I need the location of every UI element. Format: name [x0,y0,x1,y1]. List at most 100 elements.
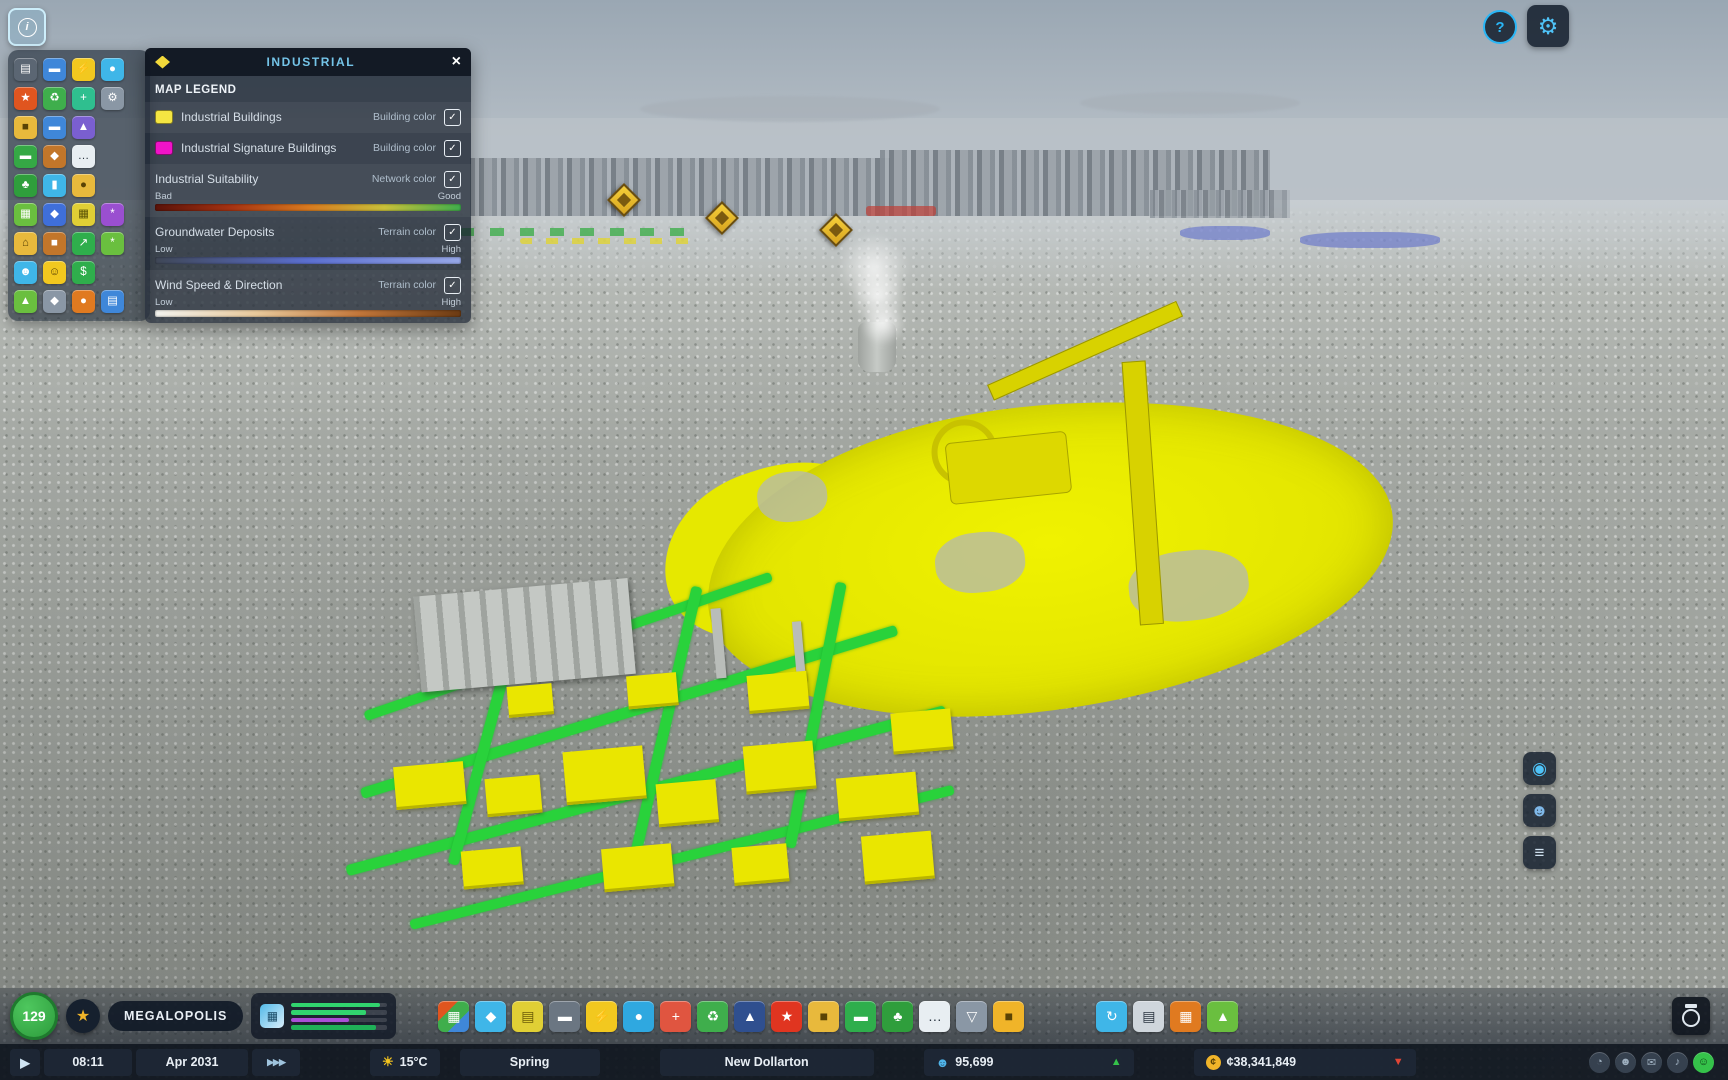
police-icon[interactable]: ■ [808,1001,839,1032]
map-layers-icon[interactable]: ▤ [101,290,124,313]
trophy-button[interactable]: ★ [66,999,100,1033]
statistics-icon[interactable]: ▦ [1170,1001,1201,1032]
legend-checkbox[interactable]: ✓ [444,171,461,188]
industrial-building[interactable] [507,683,555,718]
terrain-icon[interactable]: ▦ [72,203,95,226]
industrial-building[interactable] [601,843,674,892]
happiness-indicator[interactable]: ☺ [1693,1052,1714,1073]
industrial-building[interactable] [484,774,542,817]
population[interactable]: ☻ 95,699 ▲ [924,1049,1134,1076]
communications-icon[interactable]: … [919,1001,950,1032]
progress-indicator[interactable]: ◔ [1589,1052,1610,1073]
water-sewage-icon[interactable]: ● [623,1001,654,1032]
education-icon[interactable]: ▲ [734,1001,765,1032]
simulation-speed-button[interactable]: ▶▶▶ [252,1049,300,1076]
photo-mode-button[interactable] [1672,997,1710,1035]
industrial-building[interactable] [656,779,720,827]
industrial-building[interactable] [861,831,935,885]
people-button[interactable]: ☻ [1523,794,1556,827]
groundwater-icon[interactable]: ◆ [43,290,66,313]
globe-button[interactable]: ◉ [1523,752,1556,785]
progression-icon[interactable]: ↻ [1096,1001,1127,1032]
fire-rescue-icon[interactable]: ★ [771,1001,802,1032]
natural-resources-icon[interactable]: ▲ [14,290,37,313]
legend-item-groundwater-deposits: Groundwater DepositsTerrain color✓LowHig… [145,217,471,270]
commercial-icon[interactable]: ▮ [43,174,66,197]
roads-icon[interactable]: ▬ [549,1001,580,1032]
healthcare-icon[interactable]: + [660,1001,691,1032]
industrial-building[interactable] [461,846,524,889]
mail-indicator[interactable]: ✉ [1641,1052,1662,1073]
legend-checkbox[interactable]: ✓ [444,277,461,294]
industrial-building[interactable] [626,672,679,709]
education-icon[interactable]: ▲ [72,116,95,139]
economy-icon[interactable]: ↗ [72,232,95,255]
legend-gradient-bar [155,257,461,264]
journal-button[interactable]: ≡ [1523,836,1556,869]
coin-icon: ¢ [1206,1055,1221,1070]
industrial-building[interactable] [393,761,466,810]
landscaping-icon[interactable]: ▽ [956,1001,987,1032]
industrial-building[interactable] [562,745,646,805]
industrial-building[interactable] [731,843,789,886]
legend-low-label: Low [155,244,172,255]
fast-forward-icon: ▶▶▶ [267,1057,285,1068]
warehouse-building[interactable] [413,578,636,692]
info-button[interactable]: i [8,8,46,46]
maintenance-icon[interactable]: ⚙ [101,87,124,110]
close-icon[interactable]: × [452,54,461,70]
administration-icon[interactable]: ▬ [43,116,66,139]
signature-buildings-icon[interactable]: ◆ [475,1001,506,1032]
money[interactable]: ¢ ¢38,341,849 ▼ [1194,1049,1416,1076]
transportation-icon[interactable]: ▬ [14,145,37,168]
residential-icon[interactable]: ⌂ [14,232,37,255]
water-depth-icon[interactable]: ◆ [43,203,66,226]
industrial-icon[interactable]: ■ [43,232,66,255]
chirper-indicator[interactable]: ☻ [1615,1052,1636,1073]
communications-icon[interactable]: … [72,145,95,168]
zones-icon[interactable]: ▦ [14,203,37,226]
distant-island [1080,92,1300,114]
map-tiles-icon[interactable]: ▤ [1133,1001,1164,1032]
water-icon[interactable]: ● [101,58,124,81]
transit-pass-icon[interactable]: ▬ [43,58,66,81]
legend-header: INDUSTRIAL × [145,48,471,76]
legend-checkbox[interactable]: ✓ [444,140,461,157]
legend-checkbox[interactable]: ✓ [444,109,461,126]
parks-recreation-icon[interactable]: ♣ [882,1001,913,1032]
garbage-icon[interactable]: ♻ [697,1001,728,1032]
electricity-icon[interactable]: ⚡ [586,1001,617,1032]
police-icon[interactable]: ■ [14,116,37,139]
settings-button[interactable]: ⚙ [1527,5,1569,47]
wind-icon[interactable]: * [101,203,124,226]
agriculture-icon[interactable]: * [101,232,124,255]
tourism-icon[interactable]: ◆ [43,145,66,168]
parks-icon[interactable]: ♣ [14,174,37,197]
industrial-building[interactable] [836,772,919,822]
radio-indicator[interactable]: ♪ [1667,1052,1688,1073]
ore-icon[interactable]: ● [72,290,95,313]
garbage-icon[interactable]: ♻ [43,87,66,110]
milestone-progress-widget[interactable]: ▦ [251,993,396,1039]
play-pause-button[interactable]: ▶ [10,1049,40,1076]
zoning-icon[interactable]: ▦ [438,1001,469,1032]
nature-icon[interactable]: ▲ [1207,1001,1238,1032]
healthcare-icon[interactable]: + [72,87,95,110]
bulldoze-icon[interactable]: ■ [993,1001,1024,1032]
traffic-icon[interactable]: ▤ [14,58,37,81]
milestone-name[interactable]: MEGALOPOLIS [108,1001,243,1031]
milestone-level-badge[interactable]: 129 [10,992,58,1040]
money-icon[interactable]: $ [72,261,95,284]
help-button[interactable]: ? [1483,10,1517,44]
legend-checkbox[interactable]: ✓ [444,224,461,241]
industrial-building[interactable] [743,741,817,795]
industrial-building[interactable] [746,671,809,714]
population-icon[interactable]: ☻ [14,261,37,284]
electricity-icon[interactable]: ⚡ [72,58,95,81]
transportation-icon[interactable]: ▬ [845,1001,876,1032]
pollution-icon[interactable]: ★ [14,87,37,110]
industrial-building[interactable] [890,708,953,754]
districts-icon[interactable]: ▤ [512,1001,543,1032]
happiness-icon[interactable]: ☺ [43,261,66,284]
leisure-icon[interactable]: ● [72,174,95,197]
